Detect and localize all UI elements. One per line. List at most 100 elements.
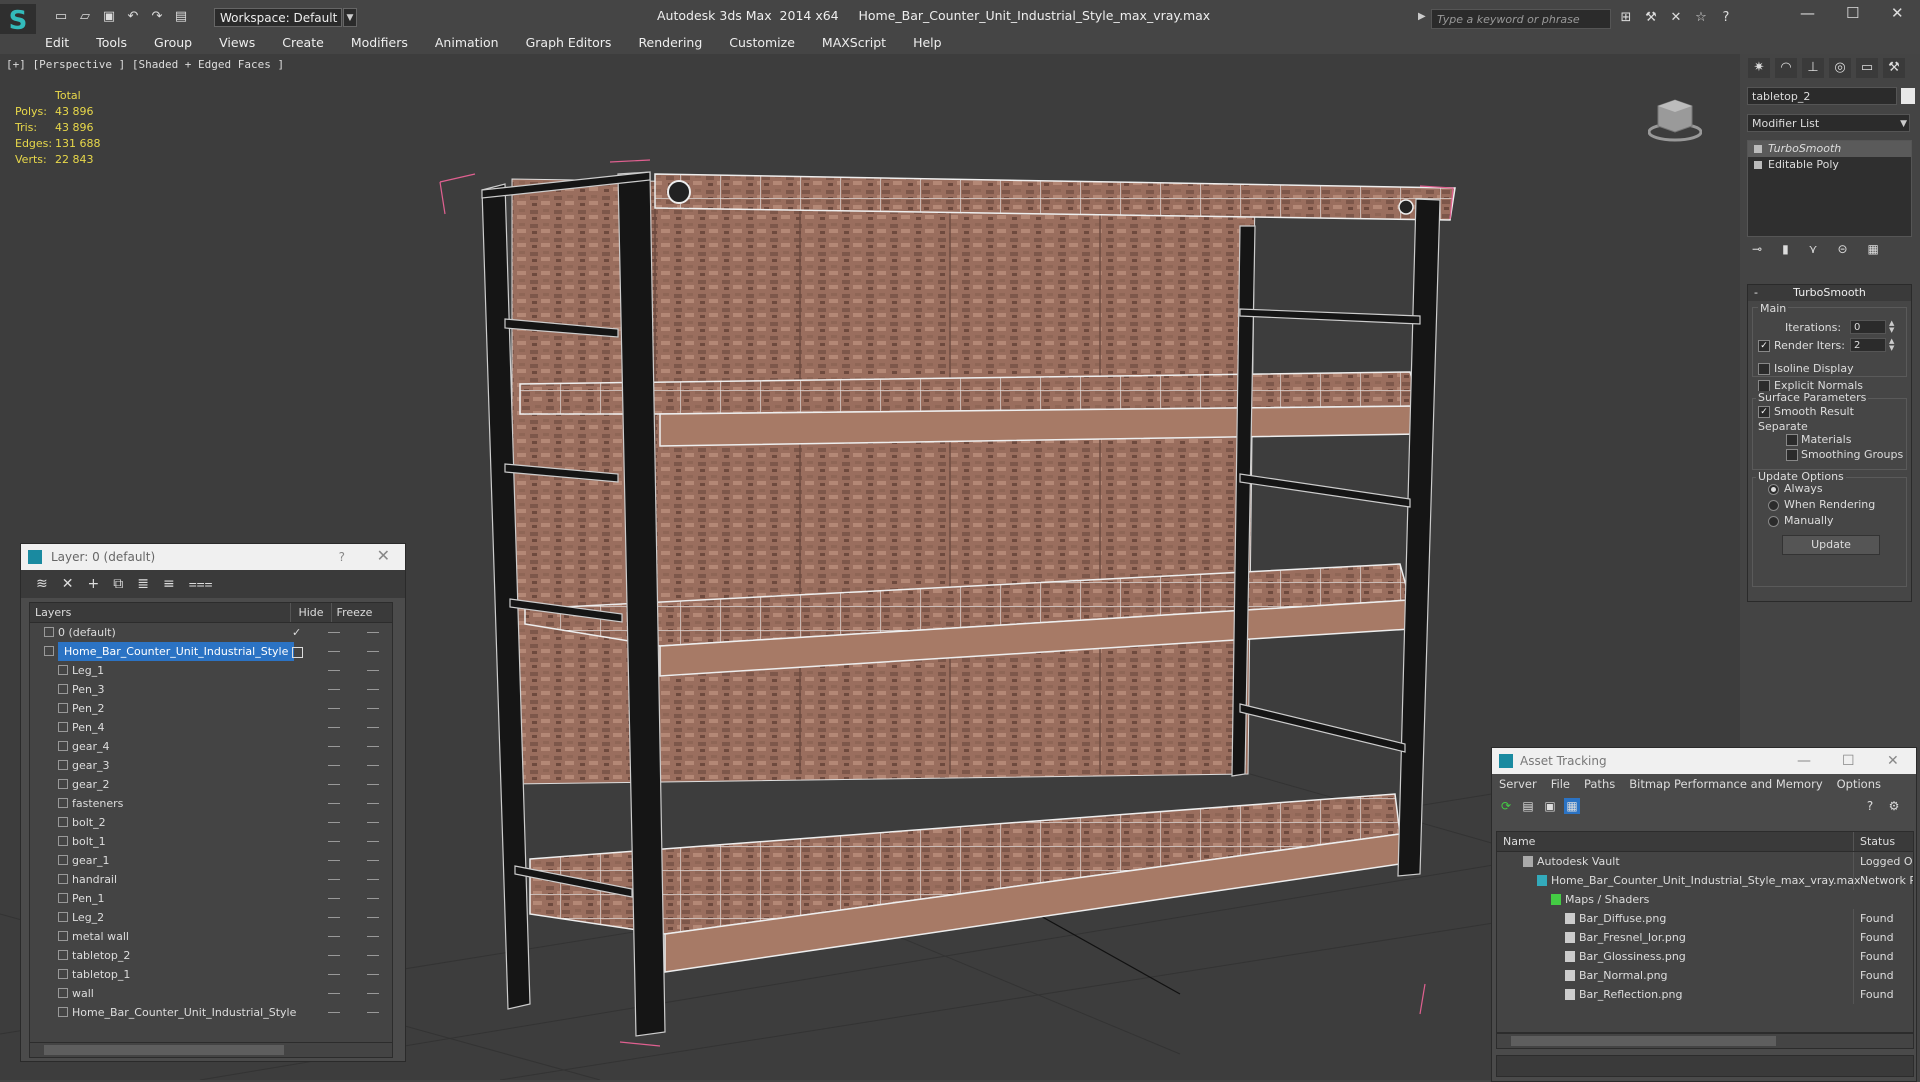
asset-row[interactable]: Bar_Fresnel_Ior.png Found: [1497, 928, 1913, 947]
layer-row[interactable]: Pen_4: [30, 718, 392, 737]
add-to-layer-icon[interactable]: +: [87, 576, 99, 592]
hide-toggle[interactable]: [328, 746, 340, 747]
layer-row[interactable]: gear_4: [30, 737, 392, 756]
layer-row[interactable]: Home_Bar_Counter_Unit_Industrial_Style: [30, 1003, 392, 1022]
render-iters-checkbox[interactable]: ✓: [1758, 340, 1770, 352]
project-folder-icon[interactable]: ▤: [172, 8, 190, 26]
workspace-dropdown[interactable]: Workspace: Default: [214, 8, 342, 27]
asset-menu-server[interactable]: Server: [1499, 774, 1537, 794]
set-current-layer-icon[interactable]: [292, 647, 303, 658]
hierarchy-tab-icon[interactable]: ⊥: [1802, 58, 1824, 78]
show-end-result-icon[interactable]: ▮: [1782, 242, 1789, 256]
thumbnail-view-icon[interactable]: ▣: [1542, 798, 1558, 814]
utilities-tab-icon[interactable]: ⚒: [1883, 58, 1905, 78]
menu-rendering[interactable]: Rendering: [638, 34, 702, 54]
layer-row[interactable]: gear_1: [30, 851, 392, 870]
hide-toggle[interactable]: [328, 803, 340, 804]
rollout-header[interactable]: - TurboSmooth: [1748, 285, 1911, 301]
layer-row[interactable]: Pen_1: [30, 889, 392, 908]
delete-layer-icon[interactable]: ✕: [62, 576, 74, 592]
spinner-arrows-icon[interactable]: ▲ ▼: [1889, 320, 1894, 334]
layer-row[interactable]: bolt_2: [30, 813, 392, 832]
new-file-icon[interactable]: ▭: [52, 8, 70, 26]
freeze-toggle[interactable]: [367, 917, 379, 918]
redo-icon[interactable]: ↷: [148, 8, 166, 26]
menu-tools[interactable]: Tools: [96, 34, 127, 54]
freeze-toggle[interactable]: [367, 1012, 379, 1013]
always-radio[interactable]: [1768, 484, 1779, 495]
freeze-toggle[interactable]: [367, 727, 379, 728]
iterations-spinner[interactable]: 0: [1850, 320, 1886, 334]
hide-toggle[interactable]: [328, 917, 340, 918]
freeze-toggle[interactable]: [367, 841, 379, 842]
hide-toggle[interactable]: [328, 879, 340, 880]
pin-stack-icon[interactable]: ⊸: [1752, 242, 1762, 256]
table-view-icon[interactable]: ▦: [1564, 798, 1580, 814]
menu-graph-editors[interactable]: Graph Editors: [526, 34, 612, 54]
settings-icon[interactable]: ⚙: [1886, 798, 1902, 814]
scroll-thumb[interactable]: [44, 1045, 284, 1055]
minimize-icon[interactable]: —: [1797, 748, 1811, 774]
menu-create[interactable]: Create: [282, 34, 324, 54]
binoculars-icon[interactable]: ⊞: [1618, 10, 1634, 26]
asset-row[interactable]: Bar_Reflection.png Found: [1497, 985, 1913, 1004]
chevron-down-icon[interactable]: ▼: [343, 8, 357, 27]
search-input[interactable]: Type a keyword or phrase: [1431, 9, 1611, 29]
freeze-toggle[interactable]: [367, 879, 379, 880]
update-button[interactable]: Update: [1782, 535, 1880, 555]
isoline-checkbox[interactable]: [1758, 363, 1770, 375]
layer-row[interactable]: Pen_3: [30, 680, 392, 699]
spinner-arrows-icon[interactable]: ▲ ▼: [1889, 338, 1894, 352]
close-icon[interactable]: ✕: [1887, 748, 1899, 774]
hide-toggle[interactable]: [328, 727, 340, 728]
render-iters-spinner[interactable]: 2: [1850, 338, 1886, 352]
freeze-toggle[interactable]: [367, 689, 379, 690]
asset-row[interactable]: Bar_Glossiness.png Found: [1497, 947, 1913, 966]
menu-customize[interactable]: Customize: [729, 34, 795, 54]
close-icon[interactable]: ✕: [1891, 4, 1904, 22]
bulb-icon[interactable]: [1754, 145, 1762, 153]
layer-row[interactable]: metal wall: [30, 927, 392, 946]
hide-toggle[interactable]: [328, 860, 340, 861]
favorites-star-icon[interactable]: ☆: [1693, 10, 1709, 26]
hide-toggle[interactable]: [328, 765, 340, 766]
help-icon[interactable]: ?: [1718, 10, 1734, 26]
freeze-toggle[interactable]: [367, 765, 379, 766]
layer-row[interactable]: Home_Bar_Counter_Unit_Industrial_Style: [30, 642, 392, 661]
hide-toggle[interactable]: [328, 841, 340, 842]
remove-modifier-icon[interactable]: ⊝: [1837, 242, 1847, 256]
refresh-icon[interactable]: ⟳: [1498, 798, 1514, 814]
freeze-toggle[interactable]: [367, 822, 379, 823]
scroll-thumb[interactable]: [1511, 1036, 1776, 1046]
asset-window-titlebar[interactable]: Asset Tracking — ☐ ✕: [1492, 748, 1916, 774]
menu-maxscript[interactable]: MAXScript: [822, 34, 886, 54]
freeze-toggle[interactable]: [367, 898, 379, 899]
layer-row[interactable]: fasteners: [30, 794, 392, 813]
freeze-all-icon[interactable]: ⩶: [189, 576, 213, 592]
layer-window-titlebar[interactable]: Layer: 0 (default) ? ✕: [21, 544, 405, 570]
hide-toggle[interactable]: [328, 955, 340, 956]
menu-edit[interactable]: Edit: [45, 34, 69, 54]
viewport-label[interactable]: [+] [Perspective ] [Shaded + Edged Faces…: [6, 58, 284, 71]
hide-toggle[interactable]: [328, 632, 340, 633]
layer-row[interactable]: tabletop_1: [30, 965, 392, 984]
layer-row[interactable]: Leg_2: [30, 908, 392, 927]
col-status[interactable]: Status: [1853, 832, 1913, 851]
hide-toggle[interactable]: [328, 708, 340, 709]
app-menu-icon[interactable]: S: [0, 4, 36, 38]
create-tab-icon[interactable]: ✷: [1748, 58, 1770, 78]
highlight-layer-icon[interactable]: ≣: [137, 576, 149, 592]
viewcube-icon[interactable]: [1648, 92, 1702, 144]
asset-row[interactable]: Bar_Normal.png Found: [1497, 966, 1913, 985]
layer-row[interactable]: gear_3: [30, 756, 392, 775]
save-icon[interactable]: ▣: [100, 8, 118, 26]
asset-menu-paths[interactable]: Paths: [1584, 774, 1615, 794]
col-hide[interactable]: Hide: [290, 603, 331, 622]
display-tab-icon[interactable]: ▭: [1856, 58, 1878, 78]
asset-row[interactable]: Home_Bar_Counter_Unit_Industrial_Style_m…: [1497, 871, 1913, 890]
asset-menu-file[interactable]: File: [1551, 774, 1570, 794]
layer-row[interactable]: tabletop_2: [30, 946, 392, 965]
open-file-icon[interactable]: ▱: [76, 8, 94, 26]
freeze-toggle[interactable]: [367, 651, 379, 652]
col-freeze[interactable]: Freeze: [331, 603, 377, 622]
